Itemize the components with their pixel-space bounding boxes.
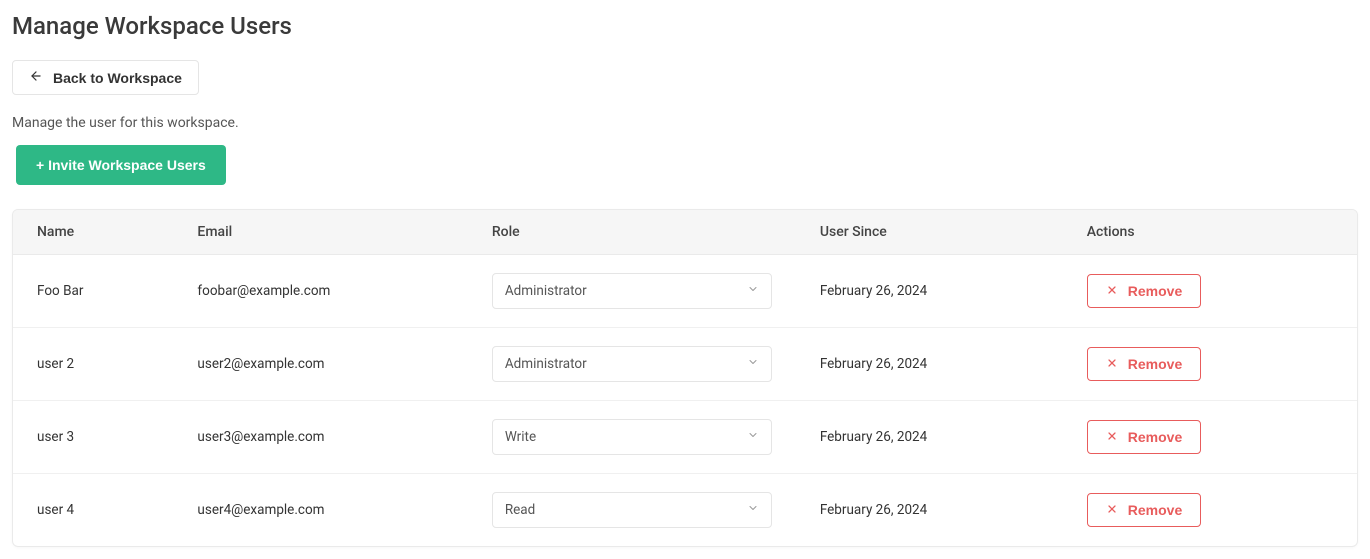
- cell-name: Foo Bar: [13, 255, 173, 328]
- cell-email: user2@example.com: [173, 328, 467, 401]
- column-header-role: Role: [468, 210, 796, 255]
- chevron-down-icon: [747, 502, 759, 518]
- cell-actions: Remove: [1063, 474, 1357, 547]
- cell-name: user 4: [13, 474, 173, 547]
- cell-email: foobar@example.com: [173, 255, 467, 328]
- cell-role: Write: [468, 401, 796, 474]
- table-row: user 4user4@example.com Read February 26, …: [13, 474, 1357, 547]
- role-select[interactable]: Write: [492, 419, 772, 455]
- cell-actions: Remove: [1063, 328, 1357, 401]
- table-row: Foo Barfoobar@example.com Administrator Fe…: [13, 255, 1357, 328]
- cell-user-since: February 26, 2024: [796, 255, 1063, 328]
- page-subtitle: Manage the user for this workspace.: [12, 115, 1358, 131]
- role-select-value: Write: [505, 429, 536, 445]
- cell-email: user4@example.com: [173, 474, 467, 547]
- role-select-value: Administrator: [505, 283, 587, 299]
- table-row: user 3user3@example.com Write February 26,…: [13, 401, 1357, 474]
- column-header-name: Name: [13, 210, 173, 255]
- remove-button[interactable]: Remove: [1087, 347, 1201, 381]
- cell-user-since: February 26, 2024: [796, 328, 1063, 401]
- cell-email: user3@example.com: [173, 401, 467, 474]
- role-select[interactable]: Administrator: [492, 346, 772, 382]
- back-button-label: Back to Workspace: [53, 70, 182, 86]
- role-select-value: Administrator: [505, 356, 587, 372]
- role-select[interactable]: Read: [492, 492, 772, 528]
- chevron-down-icon: [747, 283, 759, 299]
- remove-button-label: Remove: [1128, 283, 1182, 299]
- role-select[interactable]: Administrator: [492, 273, 772, 309]
- cell-name: user 3: [13, 401, 173, 474]
- table-row: user 2user2@example.com Administrator Febr…: [13, 328, 1357, 401]
- users-table: Name Email Role User Since Actions Foo B…: [13, 210, 1357, 546]
- cell-actions: Remove: [1063, 255, 1357, 328]
- remove-button-label: Remove: [1128, 429, 1182, 445]
- cell-user-since: February 26, 2024: [796, 474, 1063, 547]
- close-icon: [1106, 283, 1118, 299]
- chevron-down-icon: [747, 429, 759, 445]
- remove-button-label: Remove: [1128, 502, 1182, 518]
- invite-workspace-users-button[interactable]: + Invite Workspace Users: [16, 145, 226, 185]
- cell-role: Read: [468, 474, 796, 547]
- back-to-workspace-button[interactable]: Back to Workspace: [12, 60, 199, 95]
- column-header-since: User Since: [796, 210, 1063, 255]
- chevron-down-icon: [747, 356, 759, 372]
- column-header-email: Email: [173, 210, 467, 255]
- cell-name: user 2: [13, 328, 173, 401]
- column-header-actions: Actions: [1063, 210, 1357, 255]
- close-icon: [1106, 356, 1118, 372]
- close-icon: [1106, 429, 1118, 445]
- role-select-value: Read: [505, 502, 535, 518]
- remove-button[interactable]: Remove: [1087, 420, 1201, 454]
- cell-role: Administrator: [468, 328, 796, 401]
- arrow-left-icon: [29, 69, 43, 86]
- users-table-container: Name Email Role User Since Actions Foo B…: [12, 209, 1358, 547]
- page-title: Manage Workspace Users: [12, 12, 1358, 40]
- cell-user-since: February 26, 2024: [796, 401, 1063, 474]
- remove-button-label: Remove: [1128, 356, 1182, 372]
- close-icon: [1106, 502, 1118, 518]
- remove-button[interactable]: Remove: [1087, 493, 1201, 527]
- remove-button[interactable]: Remove: [1087, 274, 1201, 308]
- cell-role: Administrator: [468, 255, 796, 328]
- cell-actions: Remove: [1063, 401, 1357, 474]
